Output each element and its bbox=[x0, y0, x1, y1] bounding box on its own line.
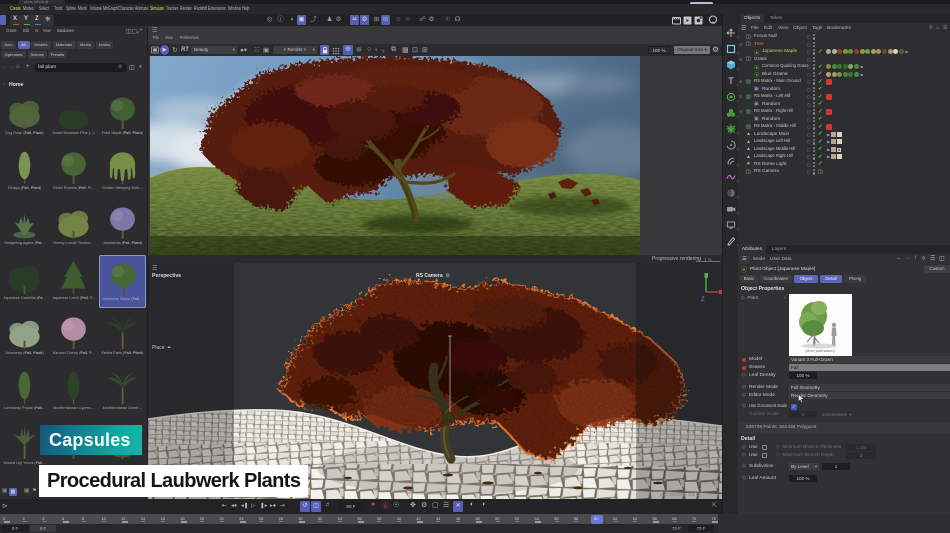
svg-text:T: T bbox=[728, 76, 734, 86]
svg-text:(Acer palmatum): (Acer palmatum) bbox=[805, 348, 835, 353]
svg-text:Z: Z bbox=[701, 297, 705, 303]
